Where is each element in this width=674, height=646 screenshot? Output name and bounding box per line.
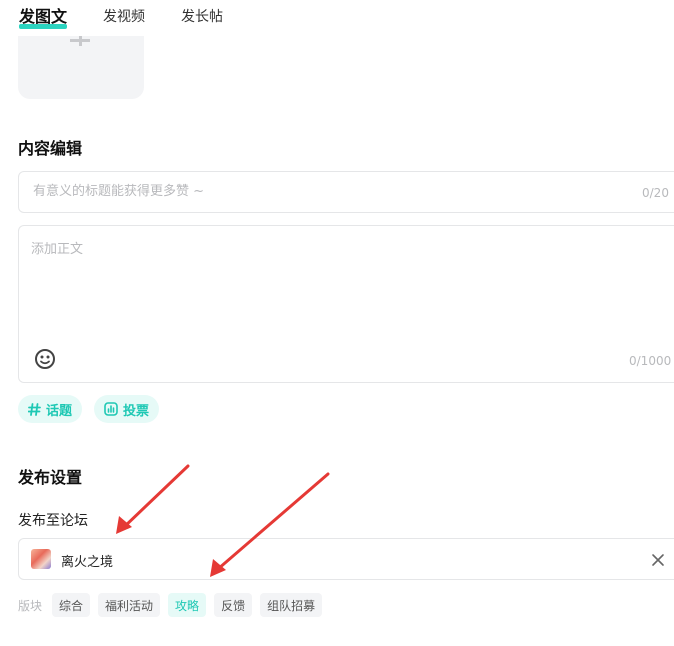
title-char-counter: 0/20	[642, 186, 669, 200]
tab-label: 发图文	[19, 7, 68, 26]
block-chip-team-recruit[interactable]: 组队招募	[260, 593, 323, 617]
vote-button-label: 投票	[123, 403, 150, 419]
plus-icon	[70, 36, 90, 48]
title-input[interactable]	[31, 183, 595, 200]
tab-label: 发视频	[103, 9, 146, 25]
block-chip-general[interactable]: 综合	[52, 593, 91, 617]
forum-avatar	[31, 549, 51, 569]
forum-selector[interactable]: 离火之境	[18, 538, 674, 580]
content-section-title: 内容编辑	[18, 139, 83, 158]
body-char-counter: 0/1000	[629, 354, 672, 368]
vote-icon	[104, 402, 118, 416]
block-chip-feedback[interactable]: 反馈	[214, 593, 253, 617]
forum-label: 发布至论坛	[18, 513, 88, 529]
body-placeholder: 添加正文	[31, 242, 84, 257]
post-type-tabs: 发图文 发视频 发长帖	[19, 6, 259, 29]
topic-button[interactable]: 话题	[18, 395, 83, 423]
publish-section-title: 发布设置	[18, 468, 83, 487]
tab-image-text[interactable]: 发图文	[19, 6, 68, 29]
tab-video[interactable]: 发视频	[103, 6, 145, 28]
emoji-icon[interactable]	[34, 348, 56, 370]
block-selector: 版块 综合 福利活动 攻略 反馈 组队招募	[18, 593, 330, 617]
block-label: 版块	[18, 598, 43, 613]
block-chip-guide[interactable]: 攻略	[168, 593, 207, 617]
title-field[interactable]: 0/20	[18, 171, 674, 213]
body-text-field[interactable]: 添加正文 0/1000	[18, 225, 674, 383]
forum-name: 离火之境	[61, 555, 114, 570]
tab-long-post[interactable]: 发长帖	[181, 6, 223, 28]
topic-button-label: 话题	[46, 403, 73, 419]
arrow-to-forum-label	[116, 464, 190, 534]
hash-icon	[28, 402, 41, 416]
block-chip-welfare[interactable]: 福利活动	[98, 593, 161, 617]
vote-button[interactable]: 投票	[94, 395, 160, 423]
image-upload-box[interactable]	[18, 36, 144, 99]
tab-label: 发长帖	[181, 9, 224, 25]
close-icon[interactable]	[651, 552, 665, 566]
